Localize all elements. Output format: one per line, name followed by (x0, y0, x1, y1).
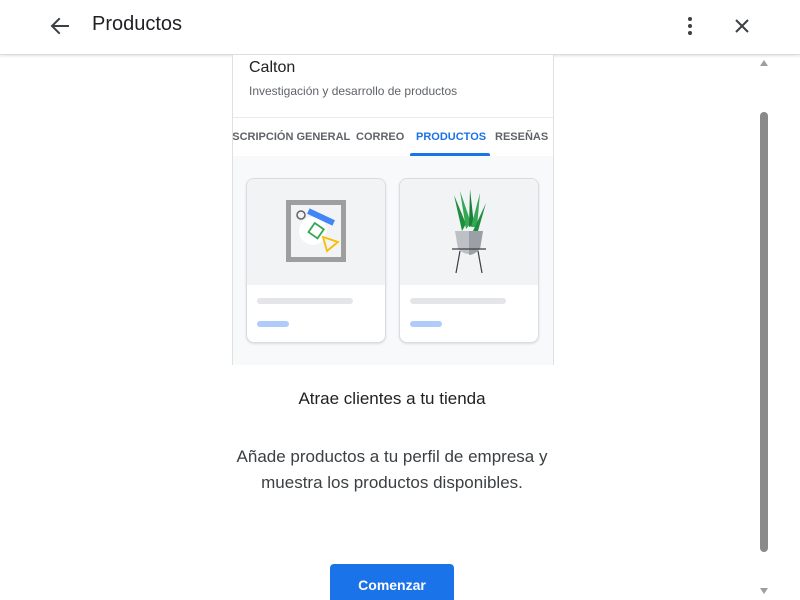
page-title: Productos (92, 13, 183, 35)
business-category: Investigación y desarrollo de productos (249, 84, 458, 98)
product-card-image (247, 179, 385, 285)
business-profile-preview: Calton Investigación y desarrollo de pro… (232, 55, 554, 365)
business-name: Calton (249, 59, 296, 76)
product-card (246, 178, 386, 343)
product-grid (233, 156, 553, 365)
top-app-bar: Productos (0, 0, 800, 55)
tab-resenas: RESEÑAS (495, 131, 549, 143)
content-area: Calton Investigación y desarrollo de pro… (0, 55, 754, 600)
product-card (399, 178, 539, 343)
profile-tabs: DESCRIPCIÓN GENERAL CORREO PRODUCTOS RES… (233, 117, 553, 157)
product-title-placeholder (410, 298, 506, 304)
back-button[interactable] (44, 10, 76, 42)
promo-headline: Atrae clientes a tu tienda (298, 389, 486, 408)
tab-correo: CORREO (356, 131, 405, 143)
more-options-button[interactable] (676, 10, 704, 42)
close-icon (735, 19, 749, 33)
product-card-image (400, 179, 538, 285)
tab-descripcion-general: DESCRIPCIÓN GENERAL (233, 131, 351, 143)
potted-plant-illustration (452, 189, 486, 274)
get-started-button[interactable]: Comenzar (330, 564, 454, 600)
shapes-frame-illustration (286, 200, 346, 262)
scroll-down-arrow-icon[interactable] (760, 588, 768, 594)
promo-description: Añade productos a tu perfil de empresa y… (236, 447, 548, 492)
product-price-placeholder (410, 321, 442, 327)
vertical-scrollbar[interactable] (756, 55, 772, 600)
scrollbar-thumb[interactable] (760, 112, 768, 552)
scroll-up-arrow-icon[interactable] (760, 60, 768, 66)
tab-productos: PRODUCTOS (416, 131, 487, 143)
product-price-placeholder (257, 321, 289, 327)
arrow-back-icon (50, 17, 69, 35)
more-vert-icon (688, 17, 692, 35)
product-title-placeholder (257, 298, 353, 304)
close-button[interactable] (728, 10, 756, 42)
